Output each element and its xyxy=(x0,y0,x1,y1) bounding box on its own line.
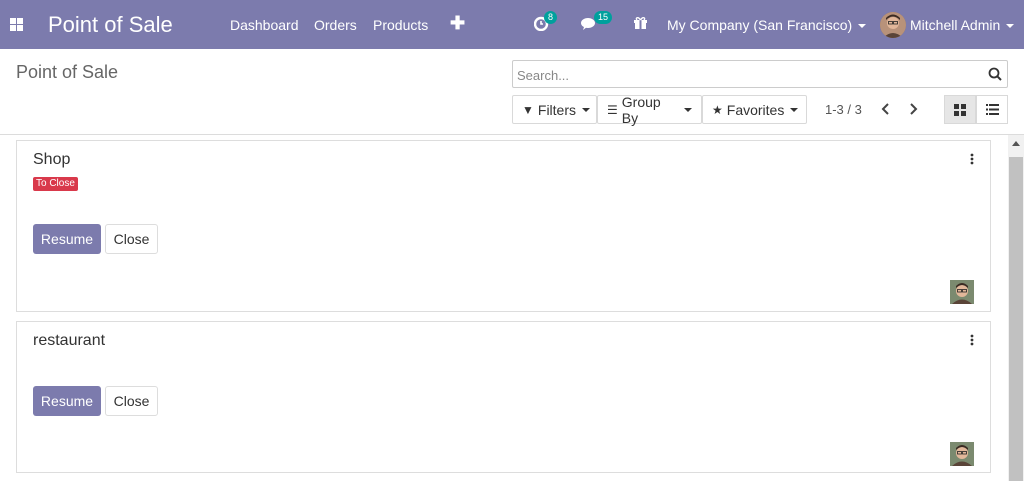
pos-config-card[interactable]: Shop To Close Resume Close xyxy=(16,140,991,312)
close-button[interactable]: Close xyxy=(105,386,158,416)
avatar xyxy=(950,280,974,304)
kebab-menu-icon[interactable] xyxy=(970,153,974,165)
kebab-menu-icon[interactable] xyxy=(970,334,974,346)
list-view-icon xyxy=(985,104,999,115)
filters-label: Filters xyxy=(537,101,577,118)
activity-icon[interactable]: 8 xyxy=(533,11,558,36)
user-menu[interactable]: Mitchell Admin xyxy=(910,17,1015,33)
add-menu-icon[interactable]: ✚ xyxy=(450,13,465,34)
search-input[interactable] xyxy=(517,65,977,85)
user-avatar[interactable] xyxy=(880,12,906,38)
company-name: My Company (San Francisco) xyxy=(667,17,853,33)
menu-orders[interactable]: Orders xyxy=(314,17,357,33)
avatar xyxy=(950,442,974,466)
messages-icon[interactable]: 15 xyxy=(580,11,613,36)
menu-products[interactable]: Products xyxy=(373,17,428,33)
favorites-button[interactable]: ★ Favorites xyxy=(702,95,807,124)
group-by-label: Group By xyxy=(621,93,661,126)
list-view-button[interactable] xyxy=(976,95,1008,124)
menu-dashboard[interactable]: Dashboard xyxy=(230,17,299,33)
star-icon: ★ xyxy=(712,102,723,117)
kanban-view-button[interactable] xyxy=(944,95,976,124)
resume-button[interactable]: Resume xyxy=(33,386,101,416)
filter-icon: ▼ xyxy=(522,102,534,117)
apps-menu-icon[interactable] xyxy=(10,18,23,31)
pos-config-card[interactable]: restaurant Resume Close xyxy=(16,321,991,473)
card-title: restaurant xyxy=(33,332,106,349)
chevron-down-icon xyxy=(858,24,867,29)
status-badge: To Close xyxy=(33,177,78,191)
control-panel-divider xyxy=(0,134,1024,135)
scrollbar[interactable] xyxy=(1008,135,1024,481)
search-box xyxy=(512,60,1008,88)
resume-button[interactable]: Resume xyxy=(33,224,101,254)
activity-count-badge: 8 xyxy=(544,11,558,24)
bars-icon: ☰ xyxy=(607,102,618,117)
chevron-down-icon xyxy=(684,107,692,112)
kanban-view-icon xyxy=(954,103,966,116)
app-brand[interactable]: Point of Sale xyxy=(48,12,173,38)
scrollbar-thumb[interactable] xyxy=(1009,157,1023,481)
close-button[interactable]: Close xyxy=(105,224,158,254)
chevron-down-icon xyxy=(582,107,591,112)
group-by-button[interactable]: ☰ Group By xyxy=(597,93,702,126)
chevron-down-icon xyxy=(790,107,799,112)
messages-count-badge: 15 xyxy=(594,11,613,24)
search-icon[interactable] xyxy=(988,67,1002,81)
favorites-label: Favorites xyxy=(726,101,785,118)
user-name: Mitchell Admin xyxy=(910,17,1001,33)
pager-next-icon[interactable] xyxy=(904,100,922,118)
pager-previous-icon[interactable] xyxy=(877,100,895,118)
company-switcher[interactable]: My Company (San Francisco) xyxy=(667,17,867,33)
chevron-down-icon xyxy=(1006,24,1015,29)
filters-button[interactable]: ▼ Filters xyxy=(512,95,597,124)
pager-value[interactable]: 1-3 / 3 xyxy=(825,102,862,117)
card-title: Shop xyxy=(33,151,71,168)
page-title: Point of Sale xyxy=(16,62,119,82)
top-navbar: Point of Sale Dashboard Orders Products … xyxy=(0,0,1024,49)
gift-icon[interactable] xyxy=(633,15,648,35)
scroll-up-icon[interactable] xyxy=(1012,141,1020,146)
